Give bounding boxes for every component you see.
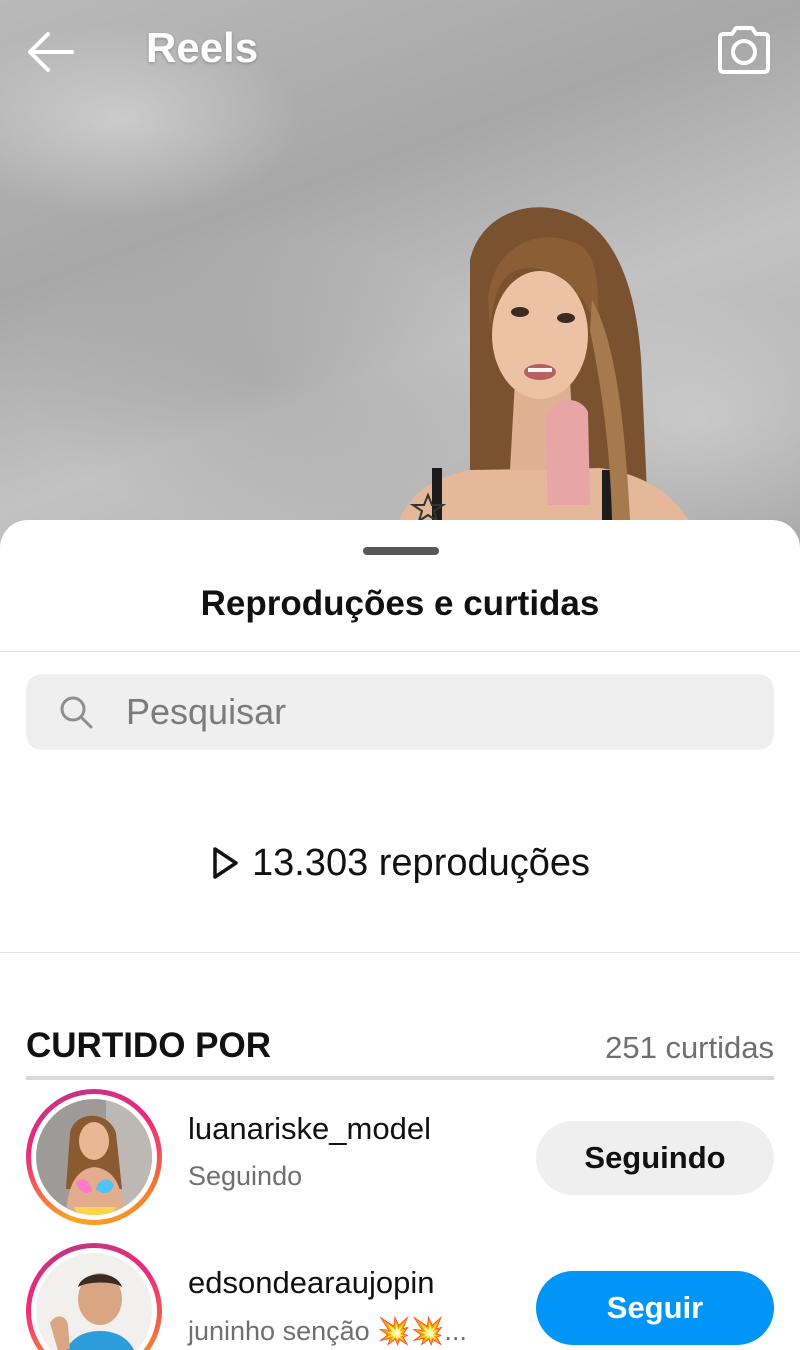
top-bar: Reels: [0, 0, 800, 100]
page-title: Reels: [146, 24, 259, 71]
following-button[interactable]: Seguindo: [536, 1121, 774, 1195]
search-input[interactable]: [126, 674, 746, 750]
search-icon: [60, 696, 93, 729]
play-icon: [213, 847, 238, 879]
back-button[interactable]: [20, 22, 80, 82]
avatar: [36, 1253, 152, 1350]
arrow-left-icon: [28, 32, 74, 72]
plays-and-likes-sheet: Reproduções e curtidas 13.303 reproduçõe…: [0, 520, 800, 1350]
sheet-title: Reproduções e curtidas: [200, 584, 600, 623]
user-row[interactable]: edsondearaujopin juninho senção 💥💥... Se…: [0, 1243, 800, 1350]
avatar-story-ring[interactable]: [26, 1089, 162, 1225]
plays-count-text: 13.303 reproduções: [251, 841, 591, 884]
avatar-story-ring[interactable]: [26, 1243, 162, 1350]
divider: [0, 651, 800, 652]
follow-button[interactable]: Seguir: [536, 1271, 774, 1345]
liked-by-header: CURTIDO POR: [26, 1026, 271, 1065]
section-rule: [26, 1076, 774, 1080]
divider: [0, 952, 800, 953]
search-bar[interactable]: [26, 674, 774, 750]
avatar: [36, 1099, 152, 1215]
sheet-drag-handle[interactable]: [363, 547, 439, 555]
camera-button[interactable]: [712, 20, 776, 80]
likes-count: 251 curtidas: [605, 1030, 774, 1065]
user-subtitle: juninho senção 💥💥...: [188, 1316, 467, 1346]
username[interactable]: luanariske_model: [188, 1111, 431, 1147]
user-row[interactable]: luanariske_model Seguindo Seguindo: [0, 1089, 800, 1239]
reel-video-preview[interactable]: Reels: [0, 0, 800, 560]
camera-icon: [718, 26, 770, 74]
username[interactable]: edsondearaujopin: [188, 1265, 435, 1301]
user-subtitle: Seguindo: [188, 1161, 303, 1191]
plays-count: 13.303 reproduções: [0, 838, 800, 888]
